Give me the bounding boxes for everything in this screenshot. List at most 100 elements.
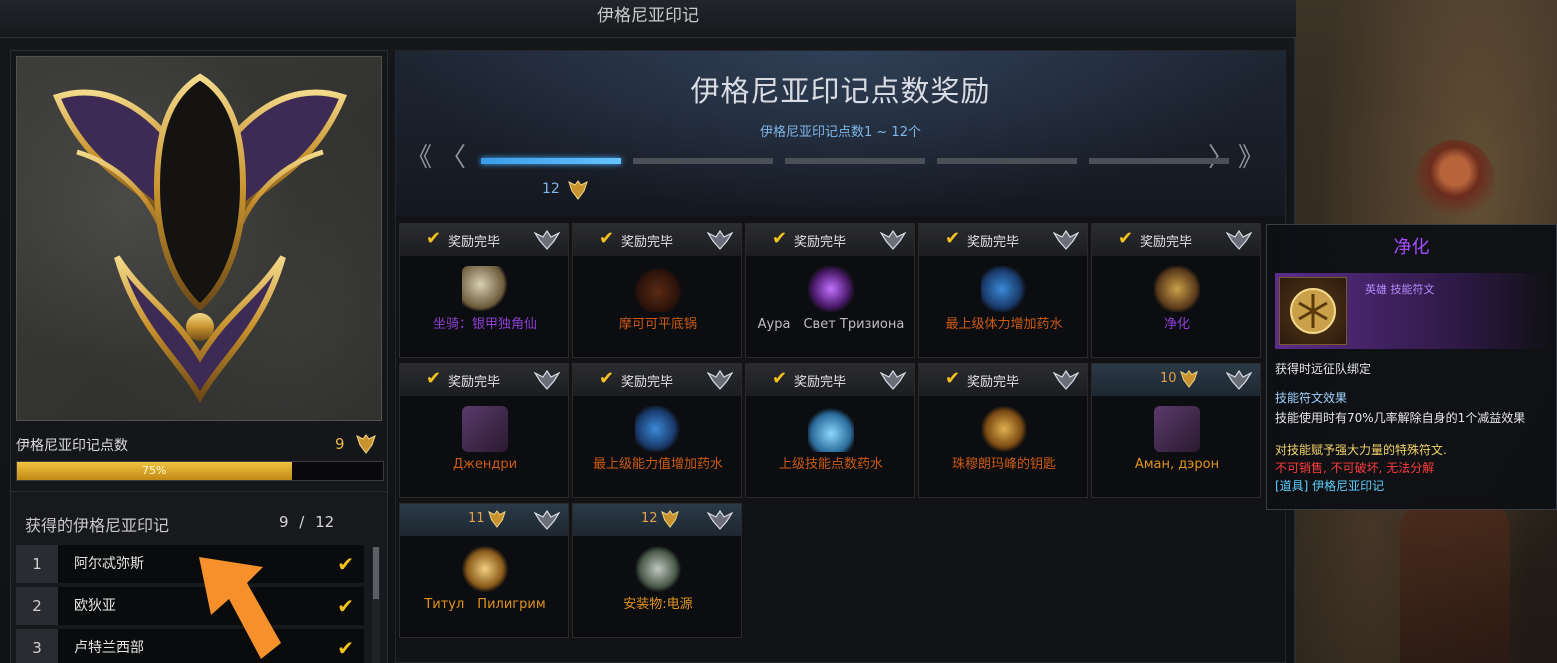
crest-icon xyxy=(1053,369,1079,390)
tooltip-item-type: 英雄 技能符文 xyxy=(1365,283,1435,296)
obtained-title: 获得的伊格尼亚印记 xyxy=(25,516,170,535)
crest-icon xyxy=(707,369,733,390)
pan-icon xyxy=(635,266,681,312)
reward-cell-header: 10 xyxy=(1092,364,1260,396)
crest-icon xyxy=(1226,369,1252,390)
tier-segment[interactable] xyxy=(633,158,773,164)
crest-icon xyxy=(707,229,733,250)
reward-cell[interactable]: ✔ 奖励完毕坐骑：银甲独角仙 xyxy=(399,223,569,358)
ignea-token-icon xyxy=(488,510,506,528)
last-page-button[interactable]: 》 xyxy=(1238,143,1264,173)
check-icon: ✔ xyxy=(772,368,788,389)
points-progress-bar: 75% xyxy=(16,461,384,481)
crest-icon xyxy=(1053,229,1079,250)
reward-cell-header: ✔ 奖励完毕 xyxy=(919,364,1087,396)
first-page-button[interactable]: 《 xyxy=(406,143,432,173)
list-item-number: 1 xyxy=(16,545,58,583)
tier-segment[interactable] xyxy=(1089,158,1229,164)
tier-segment[interactable] xyxy=(481,158,621,164)
check-icon: ✔ xyxy=(337,552,354,576)
rune-icon xyxy=(1154,266,1200,312)
list-scrollbar[interactable] xyxy=(372,547,380,663)
reward-name: 净化 xyxy=(1163,317,1190,332)
card-icon xyxy=(1154,406,1200,452)
tooltip-effect-desc: 技能使用时有70%几率解除自身的1个减益效果 xyxy=(1275,411,1526,425)
check-icon: ✔ xyxy=(599,228,615,249)
list-item[interactable]: 2 欧狄亚 ✔ xyxy=(16,587,364,625)
reward-name: 摩可可平底锅 xyxy=(618,317,697,332)
tier-segment[interactable] xyxy=(937,158,1077,164)
reward-cell-header: ✔ 奖励完毕 xyxy=(573,224,741,256)
tooltip-restrictions: 不可销售, 不可破坏, 无法分解 xyxy=(1275,461,1435,475)
list-item-name: 阿尔忒弥斯 xyxy=(74,556,144,572)
reward-cell[interactable]: 10 Аман, дэрон xyxy=(1091,363,1261,498)
check-icon: ✔ xyxy=(599,368,615,389)
potion-icon xyxy=(635,406,681,452)
reward-status: 奖励完毕 xyxy=(967,235,1020,250)
aura-icon xyxy=(808,266,854,312)
reward-name: 最上级能力值增加药水 xyxy=(592,457,723,472)
reward-cell-header: 12 xyxy=(573,504,741,536)
reward-name: 珠穆朗玛峰的钥匙 xyxy=(951,457,1056,472)
device-icon xyxy=(635,546,681,592)
progress-percent: 75% xyxy=(142,464,167,477)
reward-cell[interactable]: ✔ 奖励完毕 最上级能力值增加药水 xyxy=(572,363,742,498)
reward-status: 奖励完毕 xyxy=(967,375,1020,390)
ignea-token-icon xyxy=(356,434,376,454)
reward-name: Аура Свет Тризиона xyxy=(757,317,905,332)
rewards-title: 伊格尼亚印记点数奖励 xyxy=(690,74,991,108)
reward-name: Аман, дэрон xyxy=(1134,457,1220,472)
reward-name: 坐骑：银甲独角仙 xyxy=(432,317,537,332)
card-icon xyxy=(462,406,508,452)
reward-cell[interactable]: ✔ 奖励完毕 Джендри xyxy=(399,363,569,498)
prev-page-button[interactable]: 〈 xyxy=(440,143,466,173)
crest-icon xyxy=(534,509,560,530)
tooltip-flavor: 对技能赋予强大力量的特殊符文. xyxy=(1275,443,1447,457)
reward-cell[interactable]: ✔ 奖励完毕 Аура Свет Тризиона xyxy=(745,223,915,358)
character-body xyxy=(1400,500,1510,663)
ignea-token-icon xyxy=(661,510,679,528)
ignea-token-icon xyxy=(1180,370,1198,388)
tier-segment[interactable] xyxy=(785,158,925,164)
reward-name: 安装物:电源 xyxy=(623,597,693,612)
emblem-icon xyxy=(52,73,348,404)
points-value: 9 xyxy=(335,435,345,453)
reward-cell[interactable]: ✔ 奖励完毕净化 xyxy=(1091,223,1261,358)
crest-icon xyxy=(1226,229,1252,250)
pointer-arrow-icon xyxy=(199,557,281,659)
reward-cell[interactable]: ✔ 奖励完毕上级技能点数药水 xyxy=(745,363,915,498)
rewards-header: 伊格尼亚印记点数奖励 伊格尼亚印记点数1 ~ 12个 《 〈 〉 》 12 xyxy=(396,51,1285,216)
list-item-number: 3 xyxy=(16,629,58,663)
obtained-count: 9 / 12 xyxy=(279,513,335,531)
key-icon xyxy=(981,406,1027,452)
reward-name: Джендри xyxy=(452,457,518,472)
list-item[interactable]: 1 阿尔忒弥斯 ✔ xyxy=(16,545,364,583)
reward-required-points: 12 xyxy=(641,511,658,526)
beetle-icon xyxy=(462,266,508,312)
tooltip-effect-title: 技能符文效果 xyxy=(1275,391,1348,405)
reward-cell-header: ✔ 奖励完毕 xyxy=(746,364,914,396)
obtained-list: 1 阿尔忒弥斯 ✔ 2 欧狄亚 ✔ 3 卢特兰西部 ✔ xyxy=(16,545,364,663)
reward-cell[interactable]: 11 Титул Пилигрим xyxy=(399,503,569,638)
reward-cell[interactable]: ✔ 奖励完毕珠穆朗玛峰的钥匙 xyxy=(918,363,1088,498)
reward-cell[interactable]: ✔ 奖励完毕 最上级体力增加药水 xyxy=(918,223,1088,358)
check-icon: ✔ xyxy=(945,368,961,389)
check-icon: ✔ xyxy=(426,228,442,249)
reward-name: 上级技能点数药水 xyxy=(778,457,883,472)
reward-cell[interactable]: 12 安装物:电源 xyxy=(572,503,742,638)
reward-status: 奖励完毕 xyxy=(621,235,674,250)
check-icon: ✔ xyxy=(1118,228,1134,249)
crest-icon xyxy=(534,229,560,250)
reward-status: 奖励完毕 xyxy=(1140,235,1193,250)
reward-cell[interactable]: ✔ 奖励完毕摩可可平底锅 xyxy=(572,223,742,358)
check-icon: ✔ xyxy=(772,228,788,249)
window-title: 伊格尼亚印记 xyxy=(0,0,1296,38)
list-item[interactable]: 3 卢特兰西部 ✔ xyxy=(16,629,364,663)
reward-cell-header: ✔ 奖励完毕 xyxy=(400,224,568,256)
rewards-panel: 伊格尼亚印记点数奖励 伊格尼亚印记点数1 ~ 12个 《 〈 〉 》 12 ✔ 奖… xyxy=(395,50,1286,663)
tooltip-source: [道具] 伊格尼亚印记 xyxy=(1275,479,1385,493)
scrollbar-thumb[interactable] xyxy=(373,547,379,599)
reward-cell-header: 11 xyxy=(400,504,568,536)
reward-required-points: 11 xyxy=(468,511,485,526)
check-icon: ✔ xyxy=(337,636,354,660)
